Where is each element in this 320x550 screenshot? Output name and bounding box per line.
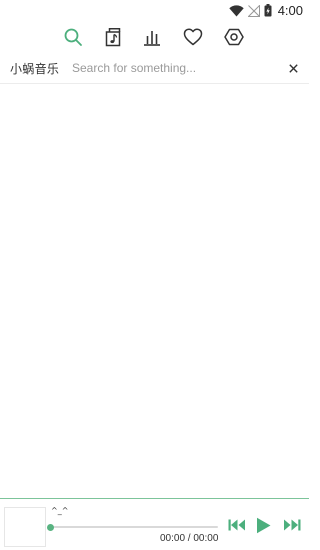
tab-search[interactable] — [60, 24, 86, 50]
wifi-icon — [228, 4, 244, 16]
player-bar: ^_^ 00:00 / 00:00 — [0, 498, 309, 550]
tab-bar — [0, 24, 309, 50]
status-time: 4:00 — [277, 3, 303, 18]
battery-charging-icon — [264, 4, 272, 17]
album-cover[interactable] — [4, 507, 46, 547]
track-title: ^_^ — [51, 506, 69, 515]
search-icon — [64, 28, 82, 46]
hexagon-settings-icon — [224, 28, 244, 46]
clear-search-button[interactable] — [285, 60, 301, 76]
next-icon — [284, 519, 301, 531]
app-name: 小蜗音乐 — [10, 62, 60, 76]
status-bar: 4:00 — [0, 0, 309, 22]
tab-music-library[interactable] — [100, 24, 126, 50]
tab-settings[interactable] — [221, 24, 247, 50]
play-button[interactable] — [254, 515, 272, 535]
results-area — [0, 84, 309, 498]
tab-charts[interactable] — [139, 24, 165, 50]
heart-icon — [183, 28, 203, 46]
progress-rail — [50, 526, 218, 528]
previous-icon — [228, 519, 245, 531]
previous-button[interactable] — [227, 515, 247, 535]
search-input[interactable] — [72, 58, 277, 78]
tab-favorites[interactable] — [180, 24, 206, 50]
search-row: 小蜗音乐 — [0, 57, 309, 81]
status-icons: 4:00 — [228, 3, 303, 18]
progress-thumb[interactable] — [46, 523, 54, 531]
music-file-icon — [105, 28, 121, 47]
no-signal-icon — [247, 4, 260, 17]
close-icon — [288, 63, 298, 73]
next-button[interactable] — [282, 515, 302, 535]
progress-slider[interactable] — [46, 523, 218, 531]
bar-chart-icon — [144, 31, 160, 46]
time-readout: 00:00 / 00:00 — [160, 533, 219, 544]
play-icon — [256, 517, 270, 533]
